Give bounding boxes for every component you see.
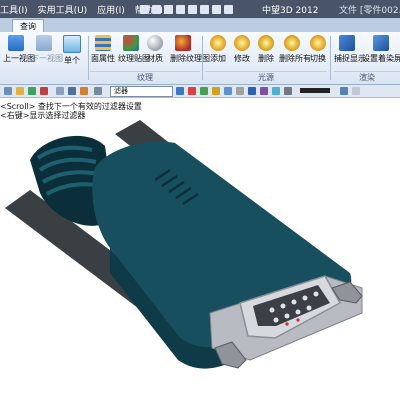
select-icon[interactable]: [40, 87, 48, 95]
toggle-icon: [310, 35, 326, 51]
title-bar: 工具(I) 实用工具(U) 应用(I) 帮助(H) 中望3D 2012 文件 […: [0, 0, 400, 18]
capture-display-icon: [339, 35, 355, 51]
filter-toolbar: 滤器: [0, 85, 400, 98]
render-settings-icon: [373, 35, 389, 51]
button-label: 删除所有: [279, 54, 311, 63]
grid-icon[interactable]: [200, 87, 208, 95]
button-label: 添加: [210, 54, 226, 63]
modify-light-icon: [234, 35, 250, 51]
point-icon[interactable]: [188, 87, 196, 95]
arrow-left-icon: [8, 35, 24, 51]
texture-map-icon: [123, 35, 139, 51]
button-label: 切换: [310, 54, 326, 63]
snap-icon[interactable]: [176, 87, 184, 95]
previous-view-button[interactable]: 上一视图: [3, 35, 35, 67]
button-label: 删除纹理图: [170, 54, 210, 63]
add-light-icon: [210, 35, 226, 51]
ribbon-tab-row: 查询: [0, 18, 400, 33]
filter-select[interactable]: 滤器: [110, 86, 173, 97]
delete-all-icon: [284, 35, 300, 51]
help-icon[interactable]: [224, 4, 233, 14]
dropdown-icon[interactable]: [94, 87, 102, 95]
button-label: 删除: [258, 54, 274, 63]
toggle-light-button[interactable]: 切换: [305, 35, 331, 67]
group-label-texture: 纹理: [90, 71, 200, 83]
button-label: 捕捉显示: [334, 54, 366, 63]
color-icon[interactable]: [260, 87, 268, 95]
view-icon[interactable]: [28, 87, 36, 95]
single-view-icon: [63, 35, 81, 53]
save-icon[interactable]: [164, 4, 173, 14]
face-attribute-button[interactable]: 面属性: [90, 35, 116, 67]
layer-icon[interactable]: [340, 87, 348, 95]
undo-icon[interactable]: [188, 4, 197, 14]
prompt-message: <右键>显示选择过滤器: [0, 111, 86, 120]
button-label: 面属性: [91, 54, 115, 63]
face-attribute-icon: [95, 35, 111, 51]
button-label: 纹理贴图: [118, 54, 150, 63]
delete-light-button[interactable]: 删除: [253, 35, 279, 67]
button-label: 单个: [64, 56, 80, 65]
button-label: 设置着染屏显示: [362, 54, 400, 63]
button-label: 下一视图: [31, 54, 63, 63]
more-icon[interactable]: [352, 87, 360, 95]
ribbon-separator: [330, 36, 331, 80]
single-view-button[interactable]: 单个: [59, 35, 85, 67]
add-light-button[interactable]: 添加: [205, 35, 231, 67]
app-title: 中望3D 2012: [262, 6, 319, 16]
delete-all-lights-button[interactable]: 删除所有: [279, 35, 311, 67]
new-file-icon[interactable]: [140, 4, 149, 14]
ribbon-separator: [202, 36, 203, 80]
filter-icon[interactable]: [16, 87, 24, 95]
pick-icon[interactable]: [4, 87, 12, 95]
tab-query[interactable]: 查询: [12, 19, 44, 33]
ribbon-separator: [88, 36, 89, 80]
delete-texture-button[interactable]: 删除纹理图: [170, 35, 210, 67]
quick-access-toolbar: [140, 2, 233, 16]
group-label-render: 渲染: [334, 71, 400, 83]
delete-texture-icon: [175, 35, 191, 51]
button-label: 材质: [147, 54, 163, 63]
menu-apps[interactable]: 应用(I): [97, 6, 125, 16]
sun-icon[interactable]: [212, 87, 220, 95]
group-label-lights: 光源: [205, 71, 327, 83]
line-style-swatch[interactable]: [300, 88, 330, 93]
settings-icon[interactable]: [80, 87, 88, 95]
menu-tools[interactable]: 工具(I): [0, 6, 28, 16]
delete-light-icon: [258, 35, 274, 51]
open-file-icon[interactable]: [152, 4, 161, 14]
print-icon[interactable]: [176, 4, 185, 14]
redo-icon[interactable]: [200, 4, 209, 14]
arrow-icon[interactable]: [56, 87, 64, 95]
menu-utilities[interactable]: 实用工具(U): [38, 6, 88, 16]
capture-display-button[interactable]: 捕捉显示: [334, 35, 366, 67]
cube-icon[interactable]: [68, 87, 76, 95]
material-icon: [147, 35, 163, 51]
ribbon-panel: 上一视图 下一视图 单个 面属性 纹理贴图 材质 删除纹理图 纹理 添加 修改 …: [0, 32, 400, 85]
wireframe-icon[interactable]: [236, 87, 244, 95]
pan-icon[interactable]: [284, 87, 292, 95]
button-label: 修改: [234, 54, 250, 63]
shade-icon[interactable]: [248, 87, 256, 95]
options-icon[interactable]: [212, 4, 221, 14]
3d-viewport[interactable]: <Scroll> 查找下一个有效的过滤器设置 <右键>显示选择过滤器: [0, 98, 400, 400]
connector-model: [5, 120, 363, 369]
button-label: 上一视图: [3, 54, 35, 63]
next-view-button[interactable]: 下一视图: [31, 35, 63, 67]
modify-light-button[interactable]: 修改: [229, 35, 255, 67]
arrow-right-icon: [36, 35, 52, 51]
zoom-icon[interactable]: [272, 87, 280, 95]
texture-map-button[interactable]: 纹理贴图: [118, 35, 150, 67]
material-button[interactable]: 材质: [142, 35, 168, 67]
render-settings-button[interactable]: 设置着染屏显示: [362, 35, 400, 67]
document-title: 文件 [零件002.Z3]: [339, 6, 400, 16]
render-mode-icon[interactable]: [224, 87, 232, 95]
